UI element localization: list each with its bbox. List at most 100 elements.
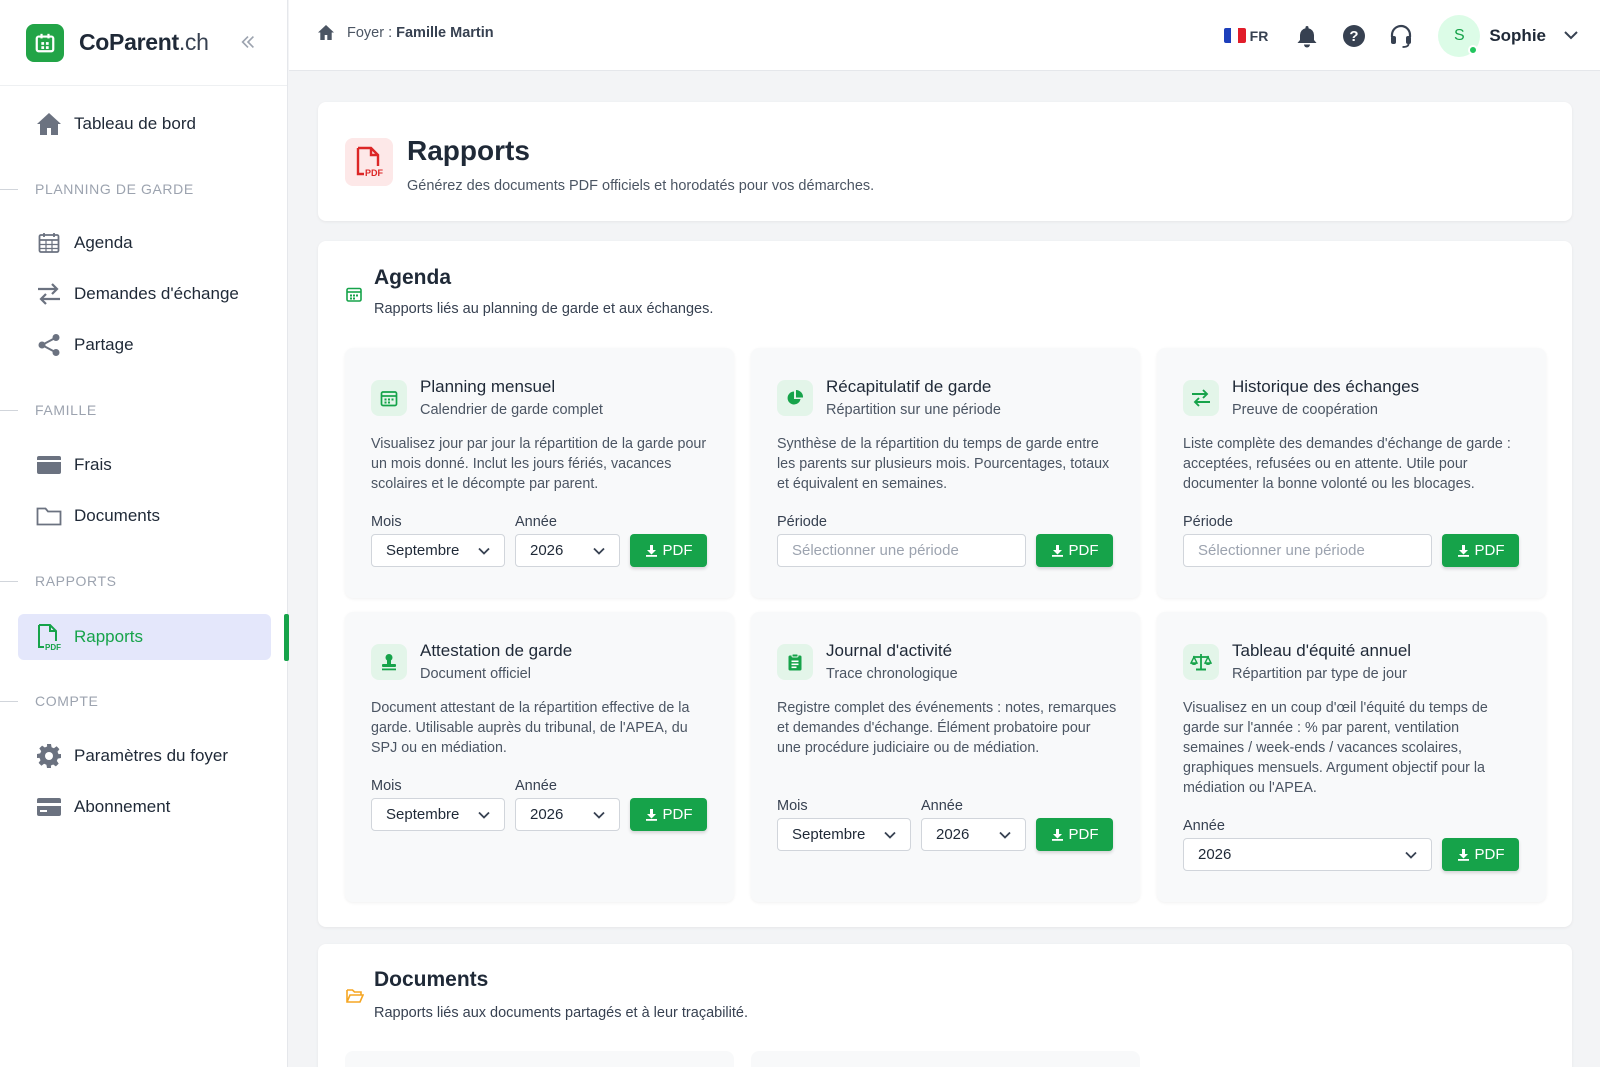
- home-icon: [36, 111, 62, 137]
- year-label: Année: [515, 778, 557, 794]
- sidebar-item-label: Demandes d'échange: [74, 284, 239, 303]
- swap-arrows-icon: [1183, 380, 1219, 416]
- card-description: Visualisez en un coup d'œil l'équité du …: [1183, 700, 1488, 796]
- sidebar-item-label: Tableau de bord: [74, 114, 196, 133]
- section-subtitle: Rapports liés au planning de garde et au…: [374, 301, 714, 317]
- svg-text:?: ?: [1350, 28, 1359, 45]
- sidebar-item-frais[interactable]: Frais: [18, 442, 271, 488]
- calendar-icon: [371, 380, 407, 416]
- download-pdf-button[interactable]: PDF: [1442, 534, 1519, 567]
- year-select[interactable]: 2026: [515, 798, 620, 831]
- gear-icon: [36, 743, 62, 769]
- download-icon: [1457, 848, 1470, 861]
- user-name[interactable]: Sophie: [1489, 26, 1546, 46]
- year-label: Année: [1183, 818, 1225, 834]
- sidebar-item-partage[interactable]: Partage: [18, 322, 271, 368]
- period-input[interactable]: [1183, 534, 1432, 567]
- online-status-dot: [1468, 44, 1479, 55]
- download-pdf-button[interactable]: PDF: [1442, 838, 1519, 871]
- card-title: Attestation de garde: [420, 641, 573, 660]
- section-subtitle: Rapports liés aux documents partagés et …: [374, 1005, 748, 1021]
- chevron-down-icon: [593, 811, 605, 819]
- card-description: Visualisez jour par jour la répartition …: [371, 436, 707, 492]
- period-input[interactable]: [777, 534, 1026, 567]
- period-label: Période: [777, 514, 827, 530]
- calendar-logo-icon: [26, 23, 64, 62]
- pie-chart-icon: [777, 380, 813, 416]
- brand-name: CoParent.ch: [79, 29, 209, 55]
- download-pdf-button[interactable]: PDF: [630, 534, 707, 567]
- card-subtitle: Répartition sur une période: [826, 402, 1001, 418]
- report-card: [345, 1051, 734, 1067]
- question-circle-icon[interactable]: ?: [1341, 23, 1367, 49]
- section-title: Documents: [374, 968, 489, 991]
- sidebar-item-label: Rapports: [74, 627, 143, 646]
- sidebar: CoParent.ch Tableau de bord PLANNING DE …: [0, 0, 288, 1067]
- card-description: Synthèse de la répartition du temps de g…: [777, 436, 1110, 492]
- swap-arrows-icon: [36, 281, 62, 307]
- card-subtitle: Répartition par type de jour: [1232, 666, 1407, 682]
- chevron-down-icon: [1405, 851, 1417, 859]
- card-title: Planning mensuel: [420, 377, 556, 396]
- year-select[interactable]: 2026: [515, 534, 620, 567]
- sidebar-item-abonnement[interactable]: Abonnement: [18, 784, 271, 830]
- sidebar-item-label: Documents: [74, 506, 160, 525]
- download-pdf-button[interactable]: PDF: [630, 798, 707, 831]
- report-card-planning-mensuel: Planning mensuel Calendrier de garde com…: [345, 348, 734, 598]
- report-card-attestation: Attestation de garde Document officiel D…: [345, 612, 734, 902]
- report-card-recapitulatif: Récapitulatif de garde Répartition sur u…: [751, 348, 1140, 598]
- chevron-down-icon: [999, 831, 1011, 839]
- balance-scale-icon: [1183, 644, 1219, 680]
- sidebar-item-label: Frais: [74, 455, 112, 474]
- section-label-famille: FAMILLE: [35, 402, 97, 418]
- sidebar-item-label: Paramètres du foyer: [74, 746, 229, 765]
- card-title: Récapitulatif de garde: [826, 377, 992, 396]
- sidebar-item-label: Partage: [74, 335, 134, 354]
- calendar-icon: [36, 230, 62, 256]
- language-selector[interactable]: FR: [1223, 28, 1268, 44]
- share-icon: [36, 332, 62, 358]
- sidebar-item-echanges[interactable]: Demandes d'échange: [18, 271, 271, 317]
- card-subtitle: Preuve de coopération: [1232, 402, 1378, 418]
- double-chevron-left-icon[interactable]: [236, 30, 260, 54]
- section-label-compte: COMPTE: [35, 693, 99, 709]
- household-name: Famille Martin: [396, 24, 494, 41]
- chevron-down-icon: [593, 547, 605, 555]
- download-icon: [1457, 544, 1470, 557]
- month-label: Mois: [371, 514, 402, 530]
- download-icon: [1051, 828, 1064, 841]
- sidebar-item-agenda[interactable]: Agenda: [18, 220, 271, 266]
- year-select[interactable]: 2026: [1183, 838, 1432, 871]
- calendar-icon: [346, 286, 362, 302]
- report-card-equite: Tableau d'équité annuel Répartition par …: [1157, 612, 1546, 902]
- section-title: Agenda: [374, 266, 452, 289]
- month-select[interactable]: Septembre: [371, 534, 505, 567]
- year-select[interactable]: 2026: [921, 818, 1026, 851]
- topbar: Foyer : Famille Martin FR ? S Sophie: [289, 0, 1600, 71]
- pdf-file-icon: PDF: [345, 138, 393, 186]
- sidebar-item-label: Abonnement: [74, 797, 171, 816]
- month-select[interactable]: Septembre: [371, 798, 505, 831]
- folder-icon: [36, 503, 62, 529]
- home-icon[interactable]: [317, 24, 335, 41]
- download-icon: [645, 544, 658, 557]
- report-card: [751, 1051, 1140, 1067]
- download-pdf-button[interactable]: PDF: [1036, 818, 1113, 851]
- year-label: Année: [515, 514, 557, 530]
- sidebar-item-label: Agenda: [74, 233, 133, 252]
- sidebar-item-documents[interactable]: Documents: [18, 493, 271, 539]
- month-select[interactable]: Septembre: [777, 818, 911, 851]
- avatar[interactable]: S: [1438, 14, 1481, 57]
- headset-icon[interactable]: [1388, 23, 1414, 49]
- sidebar-item-rapports[interactable]: PDF Rapports: [18, 614, 271, 660]
- chevron-down-icon[interactable]: [1564, 31, 1578, 40]
- sidebar-item-dashboard[interactable]: Tableau de bord: [18, 101, 271, 147]
- page-subtitle: Générez des documents PDF officiels et h…: [407, 178, 875, 194]
- active-indicator: [284, 614, 289, 661]
- sidebar-item-parametres[interactable]: Paramètres du foyer: [18, 733, 271, 779]
- download-icon: [645, 808, 658, 821]
- card-description: Liste complète des demandes d'échange de…: [1183, 436, 1511, 492]
- section-label-rapports: RAPPORTS: [35, 573, 117, 589]
- download-pdf-button[interactable]: PDF: [1036, 534, 1113, 567]
- bell-icon[interactable]: [1294, 23, 1320, 49]
